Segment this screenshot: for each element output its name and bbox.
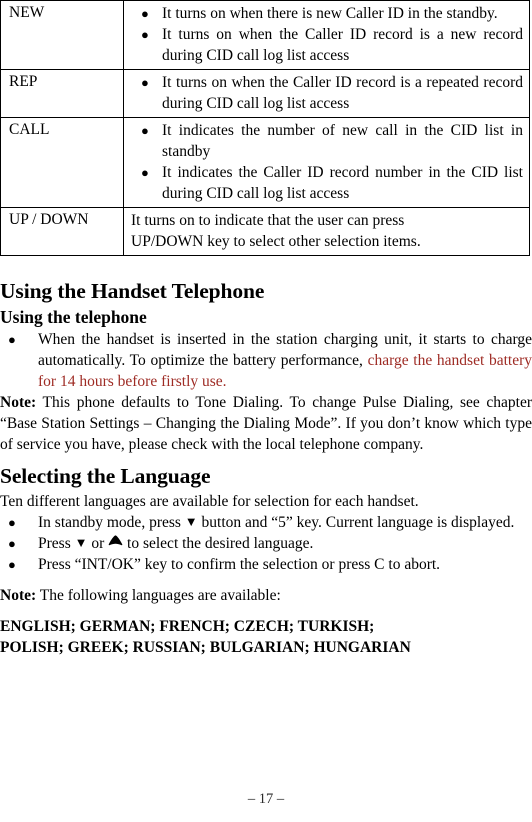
arrow-up-icon <box>108 535 123 546</box>
list-item: ● It turns on when the Caller ID record … <box>124 24 523 66</box>
select-text-before: Press <box>38 535 75 552</box>
list-item: ● It turns on when there is new Caller I… <box>124 3 523 24</box>
note-text: This phone defaults to Tone Dialing. To … <box>0 394 532 453</box>
language-intro: Ten different languages are available fo… <box>0 493 419 510</box>
indicator-table: NEW ● It turns on when there is new Call… <box>0 0 530 256</box>
page-footer: – 17 – <box>0 790 532 808</box>
standby-text-before: In standby mode, press <box>38 514 185 531</box>
bullet-icon: ● <box>8 332 16 347</box>
description-list: ● It turns on when there is new Caller I… <box>124 3 523 66</box>
select-text-middle: or <box>87 535 109 552</box>
list-item-text: It indicates the Caller ID record number… <box>162 164 523 202</box>
list-item-standby-mode: ● In standby mode, press ▼ button and “5”… <box>0 512 532 533</box>
list-item: ● It turns on when the Caller ID record … <box>124 72 523 114</box>
description-list: ● It indicates the number of new call in… <box>124 120 523 204</box>
arrow-down-icon: ▼ <box>74 535 88 550</box>
list-item-select-language: ● Press ▼ or to select the desired langua… <box>0 533 532 554</box>
section-heading-handset: Using the Handset Telephone <box>0 279 265 303</box>
list-item-text: It turns on when the Caller ID record is… <box>162 74 523 112</box>
list-item-confirm-selection: ● Press “INT/OK” key to confirm the selec… <box>0 554 532 575</box>
bullet-icon: ● <box>141 165 149 180</box>
note-label: Note: <box>0 394 37 411</box>
description-text: It turns on to indicate that the user ca… <box>124 210 523 252</box>
bullet-icon: ● <box>8 536 16 551</box>
list-item-charging: ● When the handset is inserted in the sta… <box>0 329 532 392</box>
table-row: CALL ● It indicates the number of new ca… <box>0 117 530 208</box>
list-item-text: It turns on when there is new Caller ID … <box>162 5 498 22</box>
indicator-description-cell: ● It turns on when the Caller ID record … <box>123 69 530 118</box>
list-item-text: It indicates the number of new call in t… <box>162 122 523 160</box>
standby-text-after: button and “5” key. Current language is … <box>197 514 515 531</box>
indicator-label: CALL <box>9 121 50 138</box>
section-heading-language: Selecting the Language <box>0 464 211 488</box>
languages-line-2: POLISH; GREEK; RUSSIAN; BULGARIAN; HUNGA… <box>0 639 411 656</box>
table-row: REP ● It turns on when the Caller ID rec… <box>0 69 530 118</box>
indicator-label-cell: NEW <box>0 0 124 70</box>
subsection-heading-using-telephone: Using the telephone <box>0 307 147 327</box>
handset-bullet-list: ● When the handset is inserted in the sta… <box>0 329 532 392</box>
table-row: UP / DOWN It turns on to indicate that t… <box>0 207 530 256</box>
indicator-description-cell: ● It indicates the number of new call in… <box>123 117 530 208</box>
arrow-down-icon: ▼ <box>184 514 198 529</box>
list-item-text: It turns on when the Caller ID record is… <box>162 26 523 64</box>
description-line: It turns on to indicate that the user ca… <box>131 212 405 229</box>
indicator-label: REP <box>9 73 38 90</box>
bullet-icon: ● <box>141 27 149 42</box>
description-line: UP/DOWN key to select other selection it… <box>131 233 421 250</box>
list-item: ● It indicates the number of new call in… <box>124 120 523 162</box>
table-body: NEW ● It turns on when there is new Call… <box>0 0 530 256</box>
bullet-icon: ● <box>8 557 16 572</box>
indicator-description-cell: ● It turns on when there is new Caller I… <box>123 0 530 70</box>
bullet-icon: ● <box>8 515 16 530</box>
description-list: ● It turns on when the Caller ID record … <box>124 72 523 114</box>
list-item: ● It indicates the Caller ID record numb… <box>124 162 523 204</box>
indicator-label-cell: REP <box>0 69 124 118</box>
select-text-after: to select the desired language. <box>123 535 314 552</box>
available-languages: ENGLISH; GERMAN; FRENCH; CZECH; TURKISH;… <box>0 616 532 658</box>
note-dialing: Note: This phone defaults to Tone Dialin… <box>0 392 532 455</box>
note-languages: Note: The following languages are availa… <box>0 585 532 606</box>
document-page: NEW ● It turns on when there is new Call… <box>0 0 532 822</box>
indicator-description-cell: It turns on to indicate that the user ca… <box>123 207 530 256</box>
indicator-label: UP / DOWN <box>9 211 89 228</box>
note-label: Note: <box>0 587 37 604</box>
bullet-icon: ● <box>141 123 149 138</box>
note-text: The following languages are available: <box>36 587 281 604</box>
indicator-label-cell: CALL <box>0 117 124 208</box>
indicator-label: NEW <box>9 4 45 21</box>
page-number: – 17 – <box>247 791 285 807</box>
indicator-label-cell: UP / DOWN <box>0 207 124 256</box>
bullet-icon: ● <box>141 6 149 21</box>
table-row: NEW ● It turns on when there is new Call… <box>0 0 530 70</box>
languages-line-1: ENGLISH; GERMAN; FRENCH; CZECH; TURKISH; <box>0 618 375 635</box>
language-bullet-list: ● In standby mode, press ▼ button and “5”… <box>0 512 532 575</box>
bullet-icon: ● <box>141 75 149 90</box>
confirm-text: Press “INT/OK” key to confirm the select… <box>38 556 441 573</box>
